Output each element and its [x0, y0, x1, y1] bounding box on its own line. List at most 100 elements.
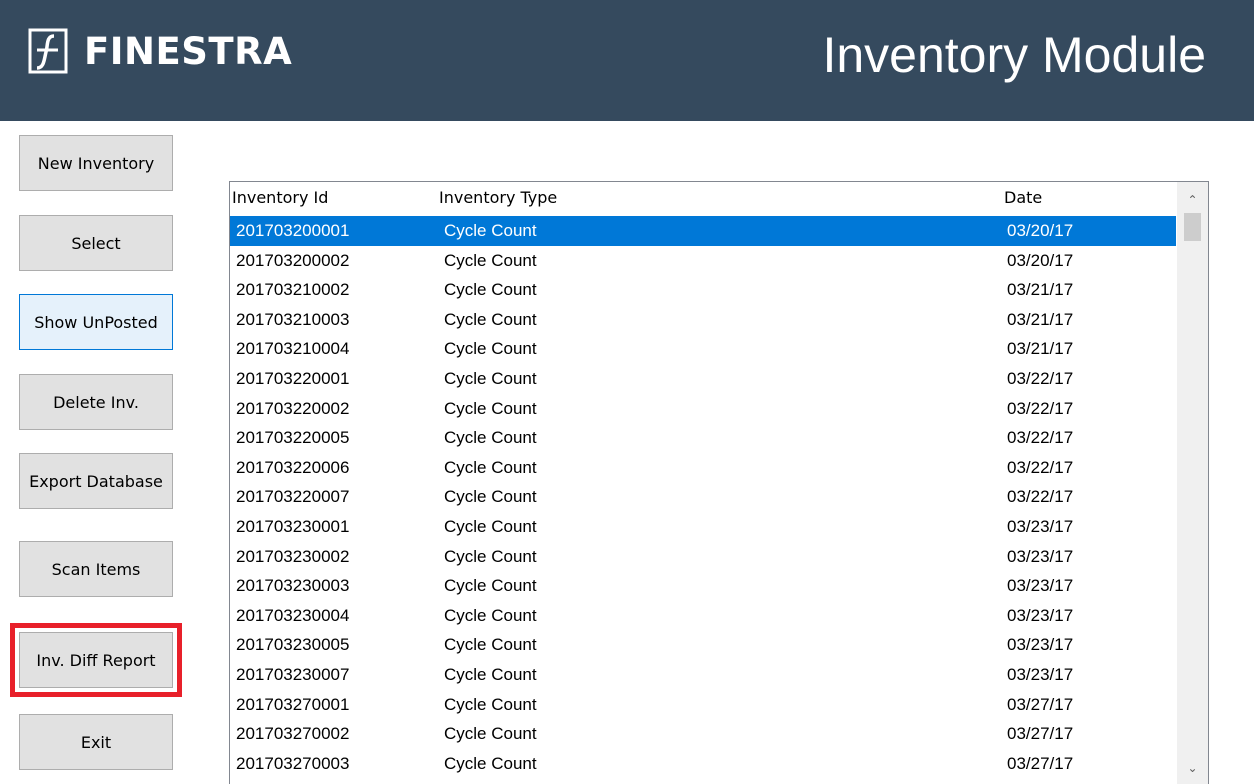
scrollbar-thumb[interactable]: [1184, 213, 1201, 241]
date-cell: 03/27/17: [1007, 753, 1074, 773]
new-inventory-button[interactable]: New Inventory: [19, 135, 173, 191]
inventory-id-cell: 201703200001: [236, 221, 350, 240]
list-row[interactable]: 201703220006 Cycle Count 03/22/17: [230, 453, 1176, 483]
chevron-up-icon[interactable]: ⌃: [1177, 188, 1208, 212]
inventory-type-cell: Cycle Count: [444, 694, 537, 714]
date-cell: 03/23/17: [1007, 635, 1074, 655]
list-row[interactable]: 201703220001 Cycle Count 03/22/17: [230, 364, 1176, 394]
list-row[interactable]: 201703270001 Cycle Count 03/27/17: [230, 690, 1176, 720]
inventory-id-cell: 201703210003: [236, 309, 350, 329]
inventory-type-cell: Cycle Count: [444, 309, 537, 329]
list-row[interactable]: 201703230002 Cycle Count 03/23/17: [230, 542, 1176, 572]
inventory-id-cell: 201703230002: [236, 546, 350, 566]
column-header-inventory-id[interactable]: Inventory Id: [232, 188, 328, 207]
inventory-id-cell: 201703200002: [236, 250, 350, 270]
export-database-label: Export Database: [29, 471, 163, 491]
list-row[interactable]: 201703210004 Cycle Count 03/21/17: [230, 334, 1176, 364]
inventory-id-cell: 201703230005: [236, 635, 350, 655]
inventory-type-cell: Cycle Count: [444, 398, 537, 418]
inventory-type-cell: Cycle Count: [444, 221, 537, 240]
brand-name: FINESTRA: [84, 30, 293, 73]
date-cell: 03/22/17: [1007, 398, 1074, 418]
list-row[interactable]: 201703230003 Cycle Count 03/23/17: [230, 571, 1176, 601]
inventory-id-cell: 201703230007: [236, 664, 350, 684]
list-row[interactable]: 201703230001 Cycle Count 03/23/17: [230, 512, 1176, 542]
list-row[interactable]: 201703220005 Cycle Count 03/22/17: [230, 423, 1176, 453]
inventory-type-cell: Cycle Count: [444, 250, 537, 270]
inventory-type-cell: Cycle Count: [444, 635, 537, 655]
inventory-list[interactable]: Inventory Id Inventory Type Date 2017032…: [229, 181, 1209, 784]
list-row[interactable]: 201703220002 Cycle Count 03/22/17: [230, 394, 1176, 424]
inventory-id-cell: 201703210002: [236, 280, 350, 300]
inventory-type-cell: Cycle Count: [444, 280, 537, 300]
delete-inv-button[interactable]: Delete Inv.: [19, 374, 173, 430]
inventory-type-cell: Cycle Count: [444, 724, 537, 744]
list-row[interactable]: 201703230007 Cycle Count 03/23/17: [230, 660, 1176, 690]
inventory-type-cell: Cycle Count: [444, 576, 537, 596]
date-cell: 03/21/17: [1007, 309, 1074, 329]
date-cell: 03/23/17: [1007, 576, 1074, 596]
list-header: Inventory Id Inventory Type Date: [230, 182, 1178, 209]
inventory-id-cell: 201703270001: [236, 694, 350, 714]
date-cell: 03/22/17: [1007, 487, 1074, 507]
inventory-id-cell: 201703220006: [236, 457, 350, 477]
inventory-id-cell: 201703210004: [236, 339, 350, 359]
inventory-type-cell: Cycle Count: [444, 457, 537, 477]
exit-label: Exit: [80, 732, 112, 752]
select-label: Select: [71, 233, 121, 253]
scan-items-label: Scan Items: [51, 559, 141, 579]
date-cell: 03/21/17: [1007, 339, 1074, 359]
date-cell: 03/22/17: [1007, 368, 1074, 388]
select-button[interactable]: Select: [19, 215, 173, 271]
app-header: FINESTRA Inventory Module: [0, 0, 1254, 121]
inventory-id-cell: 201703220005: [236, 428, 350, 448]
date-cell: 03/27/17: [1007, 724, 1074, 744]
inventory-type-cell: Cycle Count: [444, 753, 537, 773]
inventory-type-cell: Cycle Count: [444, 339, 537, 359]
finestra-logo-icon: [28, 28, 68, 74]
list-row[interactable]: 201703210002 Cycle Count 03/21/17: [230, 275, 1176, 305]
list-row[interactable]: 201703200002 Cycle Count 03/20/17: [230, 246, 1176, 276]
show-unposted-label: Show UnPosted: [34, 312, 158, 332]
list-row[interactable]: 201703220007 Cycle Count 03/22/17: [230, 482, 1176, 512]
inventory-id-cell: 201703230003: [236, 576, 350, 596]
list-row[interactable]: 201703230004 Cycle Count 03/23/17: [230, 601, 1176, 631]
date-cell: 03/20/17: [1007, 250, 1074, 270]
scan-items-button[interactable]: Scan Items: [19, 541, 173, 597]
inventory-type-cell: Cycle Count: [444, 368, 537, 388]
list-row[interactable]: 201703270002 Cycle Count 03/27/17: [230, 719, 1176, 749]
inventory-id-cell: 201703230004: [236, 605, 350, 625]
module-title: Inventory Module: [822, 27, 1206, 83]
list-row[interactable]: 201703210003 Cycle Count 03/21/17: [230, 305, 1176, 335]
export-database-button[interactable]: Export Database: [19, 453, 173, 509]
inventory-type-cell: Cycle Count: [444, 605, 537, 625]
inventory-type-cell: Cycle Count: [444, 546, 537, 566]
inventory-id-cell: 201703270002: [236, 724, 350, 744]
date-cell: 03/23/17: [1007, 516, 1074, 536]
column-header-date[interactable]: Date: [1004, 188, 1042, 207]
date-cell: 03/23/17: [1007, 605, 1074, 625]
vertical-scrollbar[interactable]: ⌃ ⌄: [1177, 182, 1208, 784]
inventory-id-cell: 201703220002: [236, 398, 350, 418]
new-inventory-label: New Inventory: [37, 153, 155, 173]
chevron-down-icon[interactable]: ⌄: [1177, 756, 1208, 780]
inventory-type-cell: Cycle Count: [444, 664, 537, 684]
date-cell: 03/20/17: [1007, 221, 1074, 240]
list-row[interactable]: 201703200001 Cycle Count 03/20/17: [230, 216, 1176, 246]
inventory-id-cell: 201703270003: [236, 753, 350, 773]
show-unposted-button[interactable]: Show UnPosted: [19, 294, 173, 350]
highlight-frame: [10, 623, 182, 697]
column-header-inventory-type[interactable]: Inventory Type: [439, 188, 557, 207]
list-row[interactable]: 201703230005 Cycle Count 03/23/17: [230, 630, 1176, 660]
inventory-type-cell: Cycle Count: [444, 516, 537, 536]
exit-button[interactable]: Exit: [19, 714, 173, 770]
inventory-type-cell: Cycle Count: [444, 428, 537, 448]
date-cell: 03/22/17: [1007, 428, 1074, 448]
delete-inv-label: Delete Inv.: [53, 392, 139, 412]
list-row[interactable]: 201703270003 Cycle Count 03/27/17: [230, 749, 1176, 779]
date-cell: 03/23/17: [1007, 664, 1074, 684]
inventory-id-cell: 201703220001: [236, 368, 350, 388]
list-rows: 201703200001 Cycle Count 03/20/17 201703200…: [230, 216, 1176, 778]
date-cell: 03/27/17: [1007, 694, 1074, 714]
inventory-id-cell: 201703230001: [236, 516, 350, 536]
